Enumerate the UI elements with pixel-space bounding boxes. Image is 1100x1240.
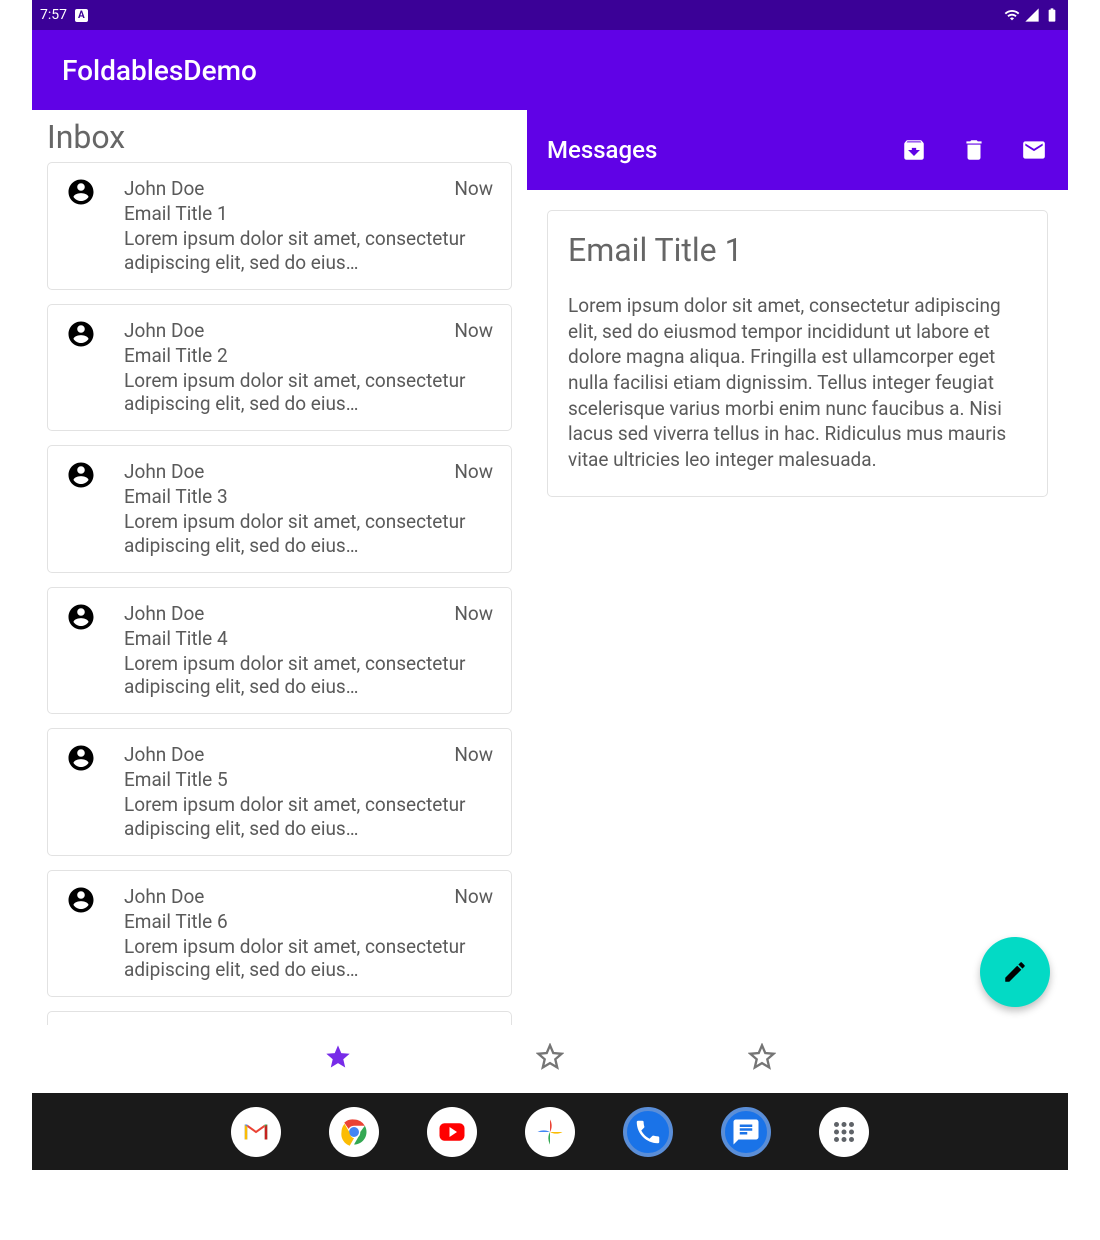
inbox-header: Inbox: [32, 110, 527, 162]
email-snippet: Lorem ipsum dolor sit amet, consectetur …: [124, 227, 493, 275]
messages-app-icon[interactable]: [721, 1107, 771, 1157]
bottom-nav: [32, 1025, 1068, 1093]
messages-title: Messages: [547, 136, 657, 164]
star-outline-icon: [536, 1043, 564, 1071]
avatar-icon: [66, 602, 96, 700]
email-item[interactable]: John Doe NowEmail Title 1Lorem ipsum dolo…: [47, 162, 512, 290]
email-time: Now: [454, 177, 493, 200]
email-sender: John Doe: [124, 885, 204, 908]
phone-app-icon[interactable]: [623, 1107, 673, 1157]
gmail-icon: [241, 1117, 271, 1147]
app-title: FoldablesDemo: [62, 54, 257, 87]
email-list[interactable]: John DoeNowEmail Title 1Lorem ipsum dolo…: [32, 162, 527, 1025]
archive-button[interactable]: [900, 136, 928, 164]
star-outline-icon: [748, 1043, 776, 1071]
email-sender: John Doe: [124, 177, 204, 200]
email-sender: John Doe: [124, 743, 204, 766]
email-time: Now: [454, 319, 493, 342]
inbox-pane: Inbox John DoeNowEmail Title 1Lorem ipsu…: [32, 110, 527, 1025]
email-snippet: Lorem ipsum dolor sit amet, consectetur …: [124, 935, 493, 983]
email-sender: John Doe: [124, 460, 204, 483]
delete-button[interactable]: [960, 136, 988, 164]
email-snippet: Lorem ipsum dolor sit amet, consectetur …: [124, 652, 493, 700]
email-item[interactable]: John Doe NowEmail Title 2Lorem ipsum dolo…: [47, 304, 512, 432]
email-title: Email Title 1: [124, 202, 493, 225]
email-item[interactable]: John Doe NowEmail Title 3Lorem ipsum dolo…: [47, 445, 512, 573]
wifi-icon: [1004, 7, 1020, 23]
nav-tab-3[interactable]: [748, 1043, 776, 1075]
email-time: Now: [454, 743, 493, 766]
email-sender: John Doe: [124, 602, 204, 625]
chrome-icon: [339, 1117, 369, 1147]
photos-app-icon[interactable]: [525, 1107, 575, 1157]
gmail-app-icon[interactable]: [231, 1107, 281, 1157]
system-dock: [32, 1093, 1068, 1170]
avatar-icon: [66, 743, 96, 841]
messages-bar: Messages: [527, 110, 1068, 190]
edit-icon: [1002, 959, 1028, 985]
status-time: 7:57: [40, 7, 67, 23]
grid-icon: [829, 1117, 859, 1147]
status-icons: [1004, 7, 1060, 23]
message-icon: [731, 1117, 761, 1147]
email-title: Email Title 6: [124, 910, 493, 933]
message-pane: Messages Email Title 1 Lorem ipsum: [527, 110, 1068, 1025]
email-snippet: Lorem ipsum dolor sit amet, consectetur …: [124, 510, 493, 558]
nav-tab-1[interactable]: [324, 1043, 352, 1075]
email-item[interactable]: John Doe NowEmail Title 6Lorem ipsum dolo…: [47, 870, 512, 998]
delete-icon: [961, 137, 987, 163]
star-filled-icon: [324, 1043, 352, 1071]
status-bar: 7:57 A: [32, 0, 1068, 30]
email-snippet: Lorem ipsum dolor sit amet, consectetur …: [124, 369, 493, 417]
avatar-icon: [66, 460, 96, 558]
email-snippet: Lorem ipsum dolor sit amet, consectetur …: [124, 793, 493, 841]
mail-icon: [1021, 137, 1047, 163]
archive-icon: [901, 137, 927, 163]
apps-drawer-icon[interactable]: [819, 1107, 869, 1157]
photos-icon: [535, 1117, 565, 1147]
chrome-app-icon[interactable]: [329, 1107, 379, 1157]
email-time: Now: [454, 885, 493, 908]
avatar-icon: [66, 319, 96, 417]
email-time: Now: [454, 602, 493, 625]
email-item[interactable]: John Doe NowEmail Title 4Lorem ipsum dolo…: [47, 587, 512, 715]
message-body: Lorem ipsum dolor sit amet, consectetur …: [568, 293, 1027, 472]
email-title: Email Title 4: [124, 627, 493, 650]
nav-tab-2[interactable]: [536, 1043, 564, 1075]
email-sender: John Doe: [124, 319, 204, 342]
message-title: Email Title 1: [568, 231, 1027, 269]
status-badge: A: [75, 9, 88, 22]
email-item[interactable]: John Doe NowEmail Title 5Lorem ipsum dolo…: [47, 728, 512, 856]
youtube-icon: [437, 1117, 467, 1147]
app-bar: FoldablesDemo: [32, 30, 1068, 110]
battery-icon: [1044, 7, 1060, 23]
email-time: Now: [454, 460, 493, 483]
avatar-icon: [66, 177, 96, 275]
mail-button[interactable]: [1020, 136, 1048, 164]
youtube-app-icon[interactable]: [427, 1107, 477, 1157]
compose-fab[interactable]: [980, 937, 1050, 1007]
phone-icon: [633, 1117, 663, 1147]
avatar-icon: [66, 885, 96, 983]
signal-icon: [1024, 7, 1040, 23]
email-title: Email Title 5: [124, 768, 493, 791]
email-title: Email Title 3: [124, 485, 493, 508]
message-card: Email Title 1 Lorem ipsum dolor sit amet…: [547, 210, 1048, 497]
email-title: Email Title 2: [124, 344, 493, 367]
email-item[interactable]: John DoeNowEmail Title 7Lorem ipsum dolo…: [47, 1011, 512, 1025]
